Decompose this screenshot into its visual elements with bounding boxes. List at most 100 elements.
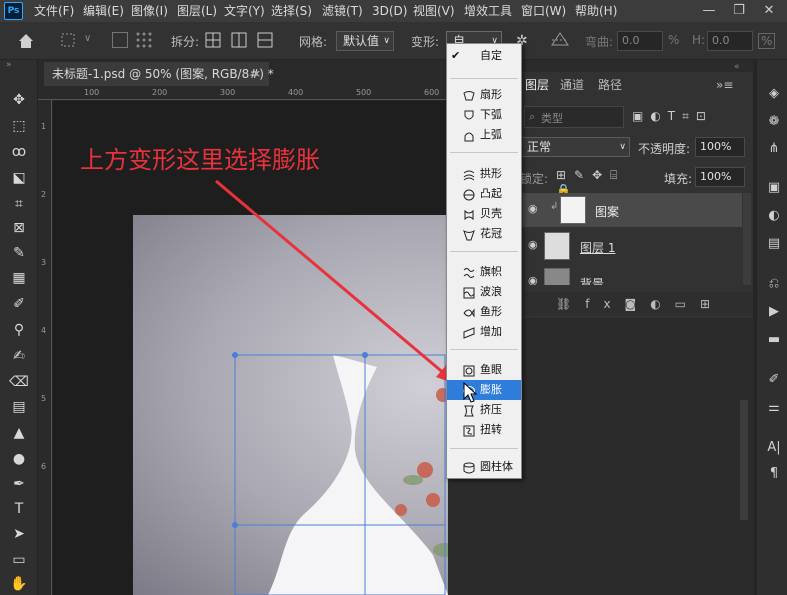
tab-layers[interactable]: 图层 — [525, 72, 549, 98]
color-icon[interactable]: ❁ — [766, 114, 782, 130]
layer-actions-bar[interactable]: ⛓fx◙◐▭⊞🗑 — [520, 292, 753, 335]
menu-layer[interactable]: 图层(L) — [177, 0, 217, 22]
collapse-chevron-icon[interactable]: « — [734, 62, 740, 72]
warp-option-rise[interactable]: 增加 — [447, 322, 521, 342]
paragraph-icon[interactable]: ¶ — [766, 466, 782, 482]
reference-point-icon[interactable] — [112, 32, 128, 48]
scroll-bar[interactable] — [740, 400, 748, 520]
rectangle-tool-icon[interactable]: ▭ — [9, 550, 29, 570]
menu-filter[interactable]: 滤镜(T) — [322, 0, 363, 22]
layer-row[interactable]: ◉ ↲ 图案 — [520, 193, 742, 227]
warp-option-custom[interactable]: ✔ 自定 — [447, 46, 521, 66]
layer-filter-icons[interactable]: ▣◐T⌗⊡ — [632, 109, 742, 125]
layers-icon[interactable]: ◈ — [766, 86, 782, 102]
split-vertical-icon[interactable] — [231, 32, 247, 48]
menu-image[interactable]: 图像(I) — [131, 0, 168, 22]
blur-tool-icon[interactable]: ▲ — [9, 423, 29, 443]
brush-tool-icon[interactable]: ✐ — [9, 294, 29, 314]
warp-option-bulge[interactable]: 凸起 — [447, 184, 521, 204]
visibility-eye-icon[interactable]: ◉ — [528, 238, 538, 251]
healing-brush-tool-icon[interactable]: ▦ — [9, 268, 29, 288]
grid-dots-icon[interactable] — [134, 30, 154, 50]
menu-type[interactable]: 文字(Y) — [224, 0, 265, 22]
visibility-eye-icon[interactable]: ◉ — [528, 202, 538, 215]
warp-option-fisheye[interactable]: 鱼眼 — [447, 360, 521, 380]
layer-filter[interactable]: ⌕ 类型 — [524, 106, 624, 128]
restore-icon[interactable]: ❐ — [724, 0, 754, 22]
lasso-tool-icon[interactable]: ꝏ — [9, 142, 29, 162]
paths-icon[interactable]: ⋔ — [766, 141, 782, 157]
bend-input[interactable]: 0.0 — [617, 31, 663, 51]
path-select-tool-icon[interactable]: ➤ — [9, 524, 29, 544]
comment-icon[interactable]: ▬ — [766, 332, 782, 348]
history-brush-tool-icon[interactable]: ✍ — [9, 346, 29, 366]
warp-option-arc[interactable]: 扇形 — [447, 85, 521, 105]
layer-name[interactable]: 图案 — [595, 203, 619, 220]
marquee-tool-icon[interactable]: ⬚ — [9, 116, 29, 136]
menu-window[interactable]: 窗口(W) — [521, 0, 566, 22]
eyedropper-tool-icon[interactable]: ✎ — [9, 243, 29, 263]
libraries-icon[interactable]: ▣ — [766, 180, 782, 196]
chevron-down-icon[interactable]: ∨ — [84, 33, 91, 44]
warp-option-flower[interactable]: 花冠 — [447, 224, 521, 244]
menu-3d[interactable]: 3D(D) — [372, 0, 407, 22]
warp-option-arc-lower[interactable]: 下弧 — [447, 105, 521, 125]
eraser-tool-icon[interactable]: ⌫ — [9, 372, 29, 392]
close-tab-icon[interactable]: × — [252, 62, 266, 86]
brush-settings-icon[interactable]: ✐ — [766, 372, 782, 388]
collapse-chevron-icon[interactable]: » — [6, 60, 12, 70]
warp-option-shell[interactable]: 贝壳 — [447, 204, 521, 224]
gradient-tool-icon[interactable]: ▤ — [9, 397, 29, 417]
layer-name[interactable]: 图层 1 — [580, 239, 615, 256]
transform-tool-icon[interactable] — [60, 32, 76, 48]
warp-option-twist[interactable]: 扭转 — [447, 420, 521, 440]
menu-view[interactable]: 视图(V) — [413, 0, 455, 22]
pen-tool-icon[interactable]: ✒ — [9, 474, 29, 494]
blend-mode-select[interactable]: 正常 ∨ — [520, 137, 630, 157]
layer-name[interactable]: 背景 — [580, 275, 604, 285]
menu-help[interactable]: 帮助(H) — [575, 0, 617, 22]
warp-option-cylinder[interactable]: 圆柱体 — [447, 457, 521, 477]
warp-option-inflate[interactable]: 膨胀 — [447, 380, 521, 400]
menu-file[interactable]: 文件(F) — [34, 0, 74, 22]
tab-channels[interactable]: 通道 — [560, 72, 584, 98]
warp-option-arch[interactable]: 拱形 — [447, 164, 521, 184]
stamp-tool-icon[interactable]: ⚲ — [9, 320, 29, 340]
sliders-icon[interactable]: ⚌ — [766, 400, 782, 416]
frame-tool-icon[interactable]: ⊠ — [9, 218, 29, 238]
document-tab[interactable]: 未标题-1.psd @ 50% (图案, RGB/8#) * — [44, 62, 274, 86]
grid-select[interactable]: 默认值 ∨ — [336, 31, 394, 51]
move-tool-icon[interactable]: ✥ — [9, 90, 29, 110]
h-input[interactable]: 0.0 — [707, 31, 753, 51]
properties-icon[interactable]: ▤ — [766, 236, 782, 252]
warp-option-fish[interactable]: 鱼形 — [447, 302, 521, 322]
menu-edit[interactable]: 编辑(E) — [83, 0, 124, 22]
quick-select-tool-icon[interactable]: ⬕ — [9, 168, 29, 188]
split-horizontal-icon[interactable] — [257, 32, 273, 48]
opacity-input[interactable]: 100% — [695, 137, 745, 157]
panel-menu-icon[interactable]: »≡ — [716, 72, 733, 98]
layer-row[interactable]: ◉ 背景 — [520, 265, 742, 285]
fill-input[interactable]: 100% — [695, 167, 745, 187]
hand-tool-icon[interactable]: ✋ — [9, 574, 29, 594]
play-icon[interactable]: ▶ — [766, 304, 782, 320]
home-icon[interactable] — [14, 29, 38, 53]
history-icon[interactable]: ⎌ — [766, 276, 782, 292]
warp-option-wave[interactable]: 波浪 — [447, 282, 521, 302]
warp-option-flag[interactable]: 旗帜 — [447, 262, 521, 282]
warp-option-squeeze[interactable]: 挤压 — [447, 400, 521, 420]
crop-tool-icon[interactable]: ⌗ — [9, 194, 29, 214]
adjustments-icon[interactable]: ◐ — [766, 208, 782, 224]
warp-option-arc-upper[interactable]: 上弧 — [447, 125, 521, 145]
character-icon[interactable]: A| — [766, 440, 782, 456]
menu-plugins[interactable]: 增效工具 — [464, 0, 512, 22]
layer-row[interactable]: ◉ 图层 1 — [520, 229, 742, 263]
close-icon[interactable]: ✕ — [754, 0, 784, 22]
minimize-icon[interactable]: — — [694, 0, 724, 22]
dodge-tool-icon[interactable]: ● — [9, 449, 29, 469]
visibility-eye-icon[interactable]: ◉ — [528, 274, 538, 285]
menu-select[interactable]: 选择(S) — [271, 0, 312, 22]
tab-paths[interactable]: 路径 — [598, 72, 622, 98]
split-cross-icon[interactable] — [205, 32, 221, 48]
lock-icons[interactable]: ⊞✎✥⌸🔒 — [556, 168, 646, 197]
